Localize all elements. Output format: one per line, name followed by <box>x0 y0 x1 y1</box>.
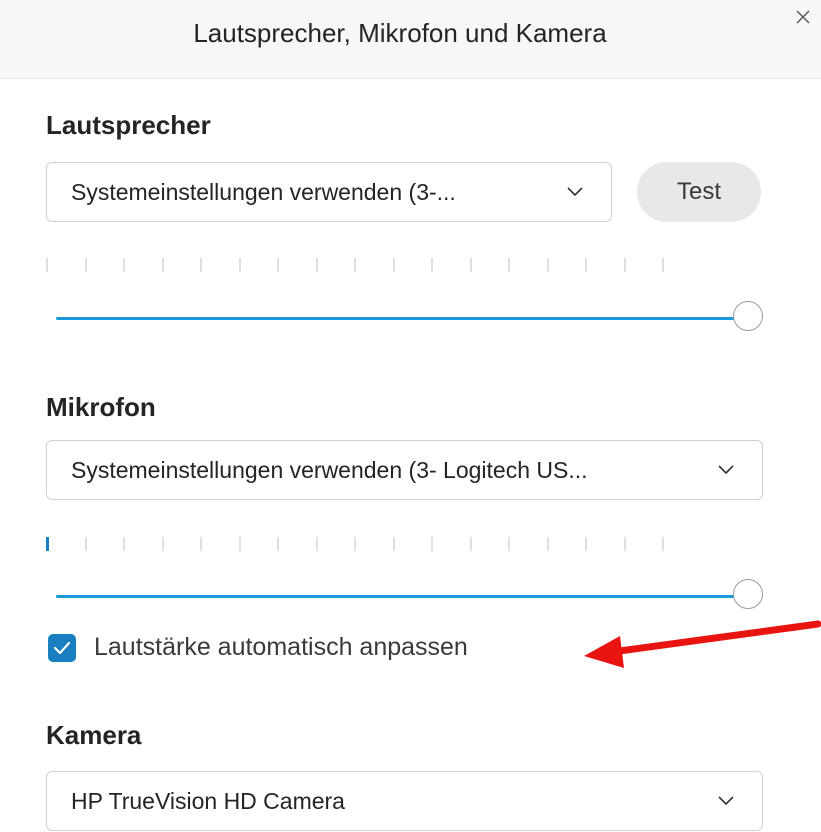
level-tick <box>623 258 626 272</box>
speaker-test-button[interactable]: Test <box>637 162 761 222</box>
speaker-select[interactable]: Systemeinstellungen verwenden (3-... <box>46 162 612 222</box>
level-tick <box>46 537 49 551</box>
microphone-section-label: Mikrofon <box>46 392 156 422</box>
level-tick <box>585 537 587 551</box>
speaker-volume-slider[interactable] <box>56 301 766 335</box>
level-tick <box>161 537 164 551</box>
level-tick <box>161 258 164 272</box>
chevron-down-icon <box>718 796 734 806</box>
level-tick <box>84 537 87 551</box>
speaker-volume-track <box>56 317 748 320</box>
level-tick <box>392 258 395 272</box>
speaker-level-meter <box>46 258 671 274</box>
microphone-level-meter <box>46 537 671 553</box>
checkmark-icon <box>53 641 71 654</box>
auto-adjust-volume-checkbox[interactable] <box>48 633 76 662</box>
level-tick <box>431 537 433 551</box>
microphone-volume-slider[interactable] <box>56 579 766 613</box>
dialog-header: Lautsprecher, Mikrofon und Kamera <box>0 0 821 79</box>
speaker-volume-thumb[interactable] <box>733 301 763 331</box>
level-tick <box>238 537 241 551</box>
camera-select-value: HP TrueVision HD Camera <box>71 787 345 814</box>
level-tick <box>469 258 472 272</box>
microphone-select-value: Systemeinstellungen verwenden (3- Logite… <box>71 456 588 483</box>
level-tick <box>392 537 395 551</box>
level-tick <box>546 258 549 272</box>
level-tick <box>84 258 87 272</box>
level-tick <box>585 258 587 272</box>
auto-adjust-volume-option[interactable]: Lautstärke automatisch anpassen <box>48 633 468 662</box>
level-tick <box>508 258 510 272</box>
level-tick <box>431 258 433 272</box>
level-tick <box>46 258 48 272</box>
level-tick <box>123 537 125 551</box>
level-tick <box>238 258 241 272</box>
level-tick <box>469 537 472 551</box>
level-tick <box>277 537 279 551</box>
level-tick <box>662 258 664 272</box>
camera-section-label: Kamera <box>46 720 142 750</box>
chevron-down-icon <box>718 465 734 475</box>
level-tick <box>123 258 125 272</box>
chevron-down-icon <box>567 187 583 197</box>
auto-adjust-volume-label: Lautstärke automatisch anpassen <box>94 633 468 661</box>
level-tick <box>508 537 510 551</box>
annotation-arrow-icon <box>584 620 821 668</box>
level-tick <box>623 537 626 551</box>
level-tick <box>546 537 549 551</box>
level-tick <box>277 258 279 272</box>
microphone-volume-track <box>56 595 748 598</box>
microphone-select[interactable]: Systemeinstellungen verwenden (3- Logite… <box>46 440 763 500</box>
level-tick <box>315 537 318 551</box>
level-tick <box>315 258 318 272</box>
speaker-select-value: Systemeinstellungen verwenden (3-... <box>71 178 456 205</box>
level-tick <box>200 258 202 272</box>
level-tick <box>354 537 356 551</box>
level-tick <box>662 537 664 551</box>
speaker-section-label: Lautsprecher <box>46 110 211 140</box>
level-tick <box>200 537 202 551</box>
microphone-volume-thumb[interactable] <box>733 579 763 609</box>
level-tick <box>354 258 356 272</box>
camera-select[interactable]: HP TrueVision HD Camera <box>46 771 763 831</box>
close-button[interactable] <box>790 4 816 30</box>
dialog-title: Lautsprecher, Mikrofon und Kamera <box>193 18 607 48</box>
close-icon <box>796 10 810 24</box>
